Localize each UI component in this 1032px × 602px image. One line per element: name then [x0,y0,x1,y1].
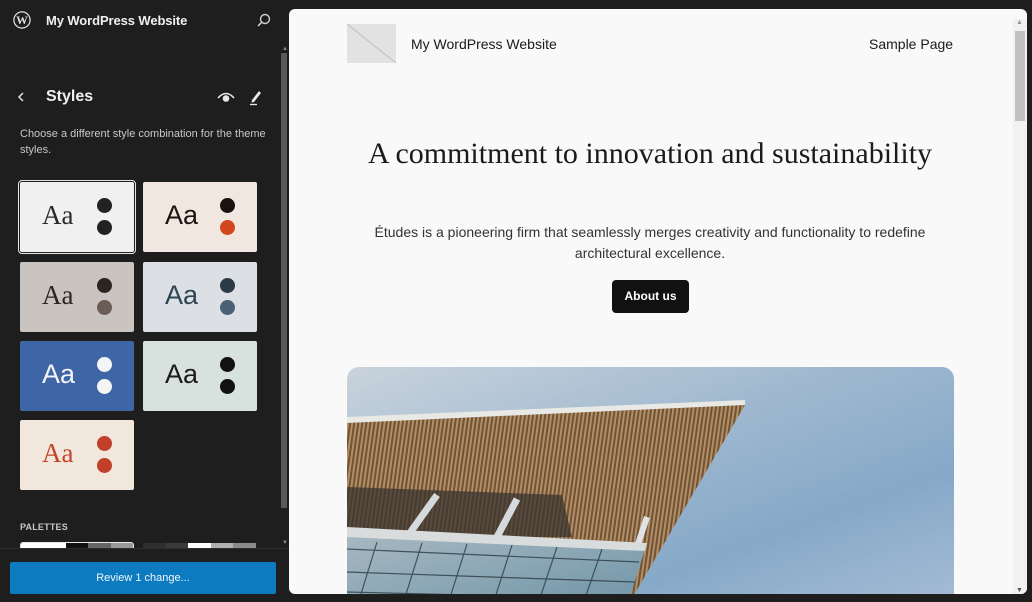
typography-sample: Aa [165,200,199,230]
pencil-icon[interactable] [247,88,263,106]
back-chevron-icon[interactable] [14,88,30,106]
nav-link-sample-page[interactable]: Sample Page [869,36,953,52]
color-swatch-dot [97,220,112,235]
about-us-button[interactable]: About us [612,280,689,313]
color-swatch-dot [97,278,112,293]
editor-sidebar: W My WordPress Website Styles Choose a d… [0,0,289,602]
color-swatch-dot [220,379,235,394]
color-swatch-dot [97,300,112,315]
color-swatch-dot [97,436,112,451]
style-variation-maelstrom[interactable]: Aa [20,341,134,411]
styles-header: Styles [0,82,289,112]
preview-scrollbar[interactable]: ▲ ▼ [1013,19,1027,594]
scrollbar-thumb[interactable] [1015,31,1025,121]
style-variation-ice[interactable]: Aa [143,262,257,332]
scroll-down-arrow-icon[interactable]: ▼ [1016,587,1023,594]
scroll-up-arrow-icon[interactable]: ▲ [1016,19,1023,26]
eye-icon[interactable] [217,90,235,104]
color-swatch-dot [97,379,112,394]
sidebar-scrollbar[interactable]: ▲ ▼ [280,46,289,552]
color-swatch-dot [97,458,112,473]
sidebar-footer: Review 1 change... [0,548,289,602]
scrollbar-thumb[interactable] [281,53,287,508]
sidebar-topbar: W My WordPress Website [0,0,289,42]
hero-paragraph: Études is a pioneering firm that seamles… [374,224,926,261]
hero-image-architecture [347,367,954,594]
color-swatch-dot [220,220,235,235]
color-swatch-dot [220,357,235,372]
color-swatch-dot [97,357,112,372]
style-variation-ember[interactable]: Aa [143,182,257,252]
preview-site-title[interactable]: My WordPress Website [411,36,557,52]
color-swatch-dot [220,198,235,213]
scroll-down-arrow-icon[interactable]: ▼ [282,540,288,546]
styles-description: Choose a different style combination for… [20,128,266,156]
color-swatch-dot [220,300,235,315]
style-variation-default[interactable]: Aa [18,180,136,254]
scroll-up-arrow-icon[interactable]: ▲ [282,46,288,52]
placeholder-diagonal-icon [347,24,396,63]
review-changes-button[interactable]: Review 1 change... [10,562,276,594]
color-swatch-dot [97,198,112,213]
typography-sample: Aa [42,200,74,230]
typography-sample: Aa [165,359,199,389]
site-preview-canvas[interactable]: My WordPress Website Sample Page A commi… [289,9,1027,594]
building-photo [347,400,745,594]
style-variation-peppercorn[interactable]: Aa [20,420,134,490]
hero-heading: A commitment to innovation and sustainab… [367,137,933,170]
site-title[interactable]: My WordPress Website [46,13,187,28]
typography-sample: Aa [42,359,76,389]
panel-title: Styles [46,88,94,105]
style-variation-mint[interactable]: Aa [143,341,257,411]
typography-sample: Aa [42,438,74,468]
palettes-heading: PALETTES [20,522,68,532]
typography-sample: Aa [42,280,74,310]
typography-sample: Aa [165,280,199,310]
search-icon[interactable] [256,12,272,28]
style-variation-fossil[interactable]: Aa [20,262,134,332]
site-logo-placeholder[interactable] [347,24,396,63]
svg-text:W: W [16,14,28,27]
wordpress-logo-icon[interactable]: W [13,11,31,29]
color-swatch-dot [220,278,235,293]
